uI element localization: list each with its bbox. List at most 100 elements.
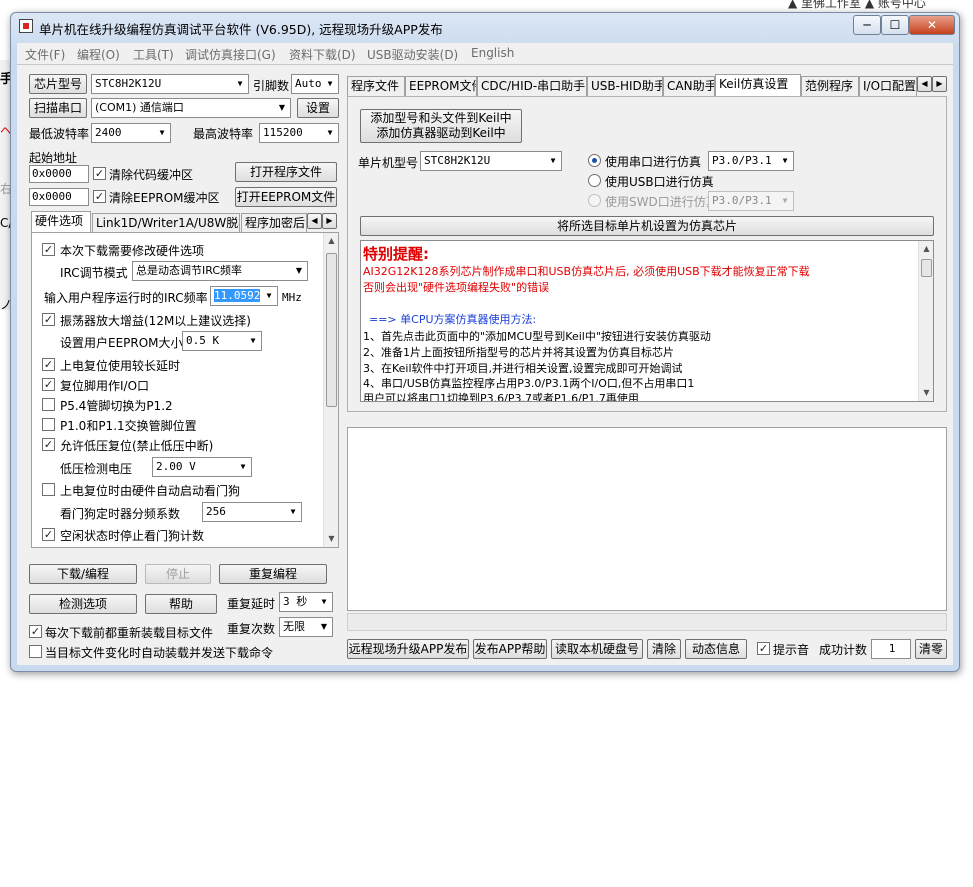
chevron-down-icon: ▼ — [327, 79, 333, 88]
uart-sim-label: 使用串口进行仿真 — [605, 155, 702, 169]
max-baud-label: 最高波特率 — [193, 127, 254, 141]
tab-program-file[interactable]: 程序文件 — [347, 76, 405, 96]
maximize-button[interactable]: ☐ — [881, 15, 909, 35]
por-delay-checkbox[interactable]: ✓ — [42, 358, 55, 371]
tab-keil-sim[interactable]: Keil仿真设置 — [715, 74, 801, 96]
stop-button[interactable]: 停止 — [145, 564, 211, 584]
menu-download[interactable]: 资料下载(D) — [289, 46, 356, 63]
p54-label: P5.4管脚切换为P1.2 — [60, 399, 173, 413]
lv-select[interactable]: 2.00 V ▼ — [152, 457, 252, 477]
clear-count-button[interactable]: 清零 — [915, 639, 947, 659]
add-to-keil-button[interactable]: 添加型号和头文件到Keil中 添加仿真器驱动到Keil中 — [360, 109, 522, 143]
sound-label: 提示音 — [773, 643, 810, 657]
wdt-hw-checkbox[interactable] — [42, 483, 55, 496]
menu-program[interactable]: 编程(O) — [77, 46, 120, 63]
p10-checkbox[interactable] — [42, 418, 55, 431]
mcu-model-select[interactable]: STC8H2K12U ▼ — [420, 151, 562, 171]
code-address-input[interactable]: 0x0000 — [29, 165, 89, 183]
dynamic-info-button[interactable]: 动态信息 — [685, 639, 747, 659]
scroll-down-icon[interactable]: ▼ — [324, 531, 339, 546]
osc-gain-checkbox[interactable]: ✓ — [42, 313, 55, 326]
tab-eeprom-file[interactable]: EEPROM文件 — [405, 76, 477, 96]
scroll-thumb[interactable] — [921, 259, 932, 277]
tab-link1d[interactable]: Link1D/Writer1A/U8W脱机 — [92, 213, 240, 233]
download-button[interactable]: 下载/编程 — [29, 564, 137, 584]
usb-sim-radio[interactable] — [588, 174, 601, 187]
irc-mode-select[interactable]: 总是动态调节IRC频率 ▼ — [132, 261, 308, 281]
scroll-down-icon[interactable]: ▼ — [919, 385, 934, 400]
min-baud-select[interactable]: 2400 ▼ — [91, 123, 171, 143]
start-address-label: 起始地址 — [29, 151, 78, 165]
remote-upgrade-button[interactable]: 远程现场升级APP发布 — [347, 639, 469, 659]
pins-select[interactable]: Auto ▼ — [291, 74, 339, 94]
chevron-down-icon: ▼ — [321, 597, 327, 606]
chip-model-select[interactable]: STC8H2K12U ▼ — [91, 74, 249, 94]
notice-textbox[interactable]: 特别提醒: AI32G12K128系列芯片制作成串口和USB仿真芯片后, 必须使… — [360, 240, 934, 402]
tab-encrypt[interactable]: 程序加密后 — [241, 213, 307, 233]
tab-usb-hid[interactable]: USB-HID助手 — [587, 76, 663, 96]
menu-debug[interactable]: 调试仿真接口(G) — [185, 46, 276, 63]
menu-tools[interactable]: 工具(T) — [133, 46, 174, 63]
chip-model-button[interactable]: 芯片型号 — [29, 74, 87, 94]
uart-port-select[interactable]: P3.0/P3.1 ▼ — [708, 151, 794, 171]
lvr-label: 允许低压复位(禁止低压中断) — [60, 439, 214, 453]
scroll-thumb[interactable] — [326, 253, 337, 407]
scroll-up-icon[interactable]: ▲ — [919, 241, 934, 256]
swd-sim-radio[interactable] — [588, 194, 601, 207]
tab-hardware-options[interactable]: 硬件选项 — [31, 211, 91, 233]
tab-examples[interactable]: 范例程序 — [801, 76, 859, 96]
swd-port-select[interactable]: P3.0/P3.1 ▼ — [708, 191, 794, 211]
scroll-up-icon[interactable]: ▲ — [324, 233, 339, 248]
repeat-program-button[interactable]: 重复编程 — [219, 564, 327, 584]
clear-button[interactable]: 清除 — [647, 639, 681, 659]
settings-button[interactable]: 设置 — [297, 98, 339, 118]
repeat-delay-select[interactable]: 3 秒 ▼ — [279, 592, 333, 612]
menu-file[interactable]: 文件(F) — [25, 46, 65, 63]
tab-cdc-hid[interactable]: CDC/HID-串口助手 — [477, 76, 587, 96]
minimize-button[interactable]: ─ — [853, 15, 881, 35]
port-select[interactable]: (COM1) 通信端口 ▼ — [91, 98, 291, 118]
hw-options-scrollbar[interactable]: ▲ ▼ — [323, 233, 338, 547]
tab-scroll-left[interactable]: ◀ — [307, 213, 322, 229]
repeat-count-select[interactable]: 无限 ▼ — [279, 617, 333, 637]
keil-sim-panel: 添加型号和头文件到Keil中 添加仿真器驱动到Keil中 单片机型号 STC8H2… — [347, 96, 947, 412]
progress-bar — [347, 613, 947, 631]
wdt-div-select[interactable]: 256 ▼ — [202, 502, 302, 522]
tab-io-config[interactable]: I/O口配置 — [859, 76, 917, 96]
publish-app-help-button[interactable]: 发布APP帮助 — [473, 639, 547, 659]
eeprom-size-select[interactable]: 0.5 K ▼ — [182, 331, 262, 351]
menu-usb-driver[interactable]: USB驱动安装(D) — [367, 46, 458, 63]
clear-eeprom-checkbox[interactable]: ✓ — [93, 190, 106, 203]
notice-scrollbar[interactable]: ▲ ▼ — [918, 241, 933, 401]
notice-blue-line: ==> 单CPU方案仿真器使用方法: — [369, 313, 537, 326]
open-program-file-button[interactable]: 打开程序文件 — [235, 162, 337, 182]
p54-checkbox[interactable] — [42, 398, 55, 411]
reset-io-checkbox[interactable]: ✓ — [42, 378, 55, 391]
eeprom-address-input[interactable]: 0x0000 — [29, 188, 89, 206]
tab-scroll-left[interactable]: ◀ — [917, 76, 932, 92]
set-target-sim-button[interactable]: 将所选目标单片机设置为仿真芯片 — [360, 216, 934, 236]
irc-freq-select[interactable]: 11.0592 ▼ — [210, 286, 278, 306]
reload-checkbox[interactable]: ✓ — [29, 625, 42, 638]
tab-scroll-right[interactable]: ▶ — [322, 213, 337, 229]
sound-checkbox[interactable]: ✓ — [757, 642, 770, 655]
clear-code-checkbox[interactable]: ✓ — [93, 167, 106, 180]
wdt-idle-label: 空闲状态时停止看门狗计数 — [60, 529, 205, 543]
read-disk-id-button[interactable]: 读取本机硬盘号 — [551, 639, 643, 659]
scan-port-button[interactable]: 扫描串口 — [29, 98, 87, 118]
repeat-delay-label: 重复延时 — [227, 597, 276, 611]
wdt-idle-checkbox[interactable]: ✓ — [42, 528, 55, 541]
check-options-button[interactable]: 检测选项 — [29, 594, 137, 614]
menu-english[interactable]: English — [471, 46, 514, 60]
tab-scroll-right[interactable]: ▶ — [932, 76, 947, 92]
help-button[interactable]: 帮助 — [145, 594, 217, 614]
auto-send-checkbox[interactable] — [29, 645, 42, 658]
tab-can[interactable]: CAN助手 — [663, 76, 715, 96]
uart-sim-radio[interactable] — [588, 154, 601, 167]
close-button[interactable]: ✕ — [909, 15, 955, 35]
lvr-checkbox[interactable]: ✓ — [42, 438, 55, 451]
modify-hw-checkbox[interactable]: ✓ — [42, 243, 55, 256]
open-eeprom-file-button[interactable]: 打开EEPROM文件 — [235, 187, 337, 207]
max-baud-select[interactable]: 115200 ▼ — [259, 123, 339, 143]
output-log-area[interactable] — [347, 427, 947, 611]
